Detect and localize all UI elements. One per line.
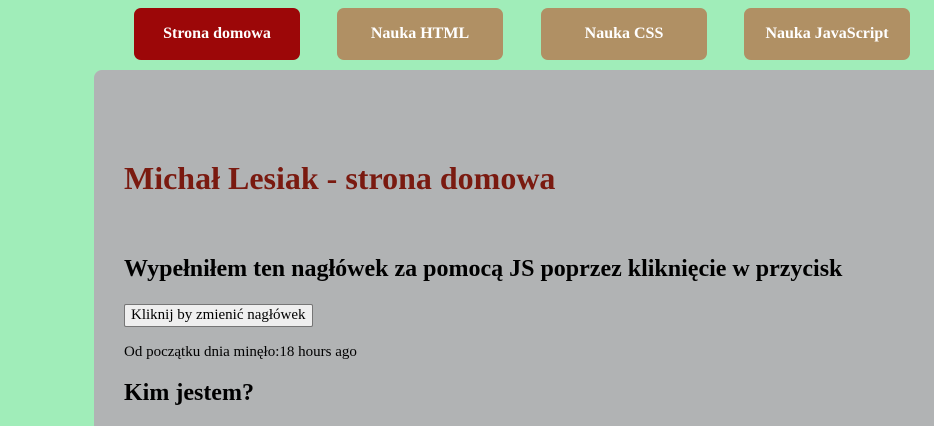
nav-home-button[interactable]: Strona domowa [134, 8, 300, 60]
top-navigation: Strona domowa Nauka HTML Nauka CSS Nauka… [0, 8, 934, 60]
main-content: Michał Lesiak - strona domowa Wypełniłem… [94, 70, 934, 426]
js-filled-heading: Wypełniłem ten nagłówek za pomocą JS pop… [124, 256, 843, 282]
about-me-heading: Kim jestem? [124, 380, 254, 406]
nav-css-button[interactable]: Nauka CSS [541, 8, 707, 60]
nav-html-button[interactable]: Nauka HTML [337, 8, 503, 60]
change-heading-button[interactable]: Kliknij by zmienić nagłówek [124, 304, 313, 327]
elapsed-time-text: Od początku dnia minęło:18 hours ago [124, 344, 357, 361]
elapsed-label: Od początku dnia minęło: [124, 344, 280, 360]
nav-javascript-button[interactable]: Nauka JavaScript [744, 8, 910, 60]
elapsed-value: 18 hours ago [279, 344, 357, 360]
page-title: Michał Lesiak - strona domowa [124, 160, 556, 196]
